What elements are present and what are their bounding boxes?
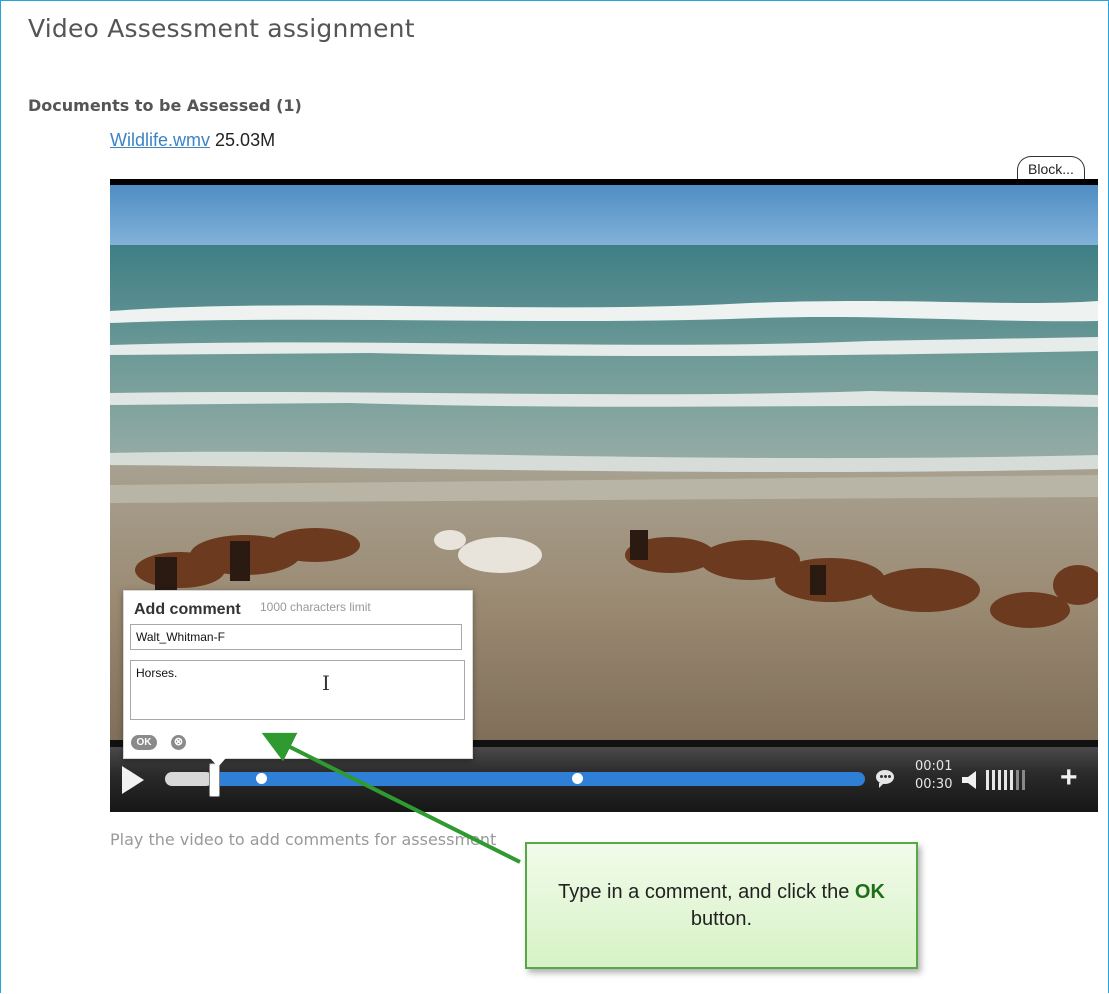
play-icon[interactable] (122, 766, 144, 794)
block-button[interactable]: Block... (1017, 156, 1085, 179)
character-limit-note: 1000 characters limit (260, 600, 371, 614)
progress-buffer (165, 772, 213, 786)
document-entry: Wildlife.wmv 25.03M (110, 130, 275, 151)
comment-text-field[interactable]: Horses. (130, 660, 465, 720)
commenter-name-field[interactable] (130, 624, 462, 650)
document-link[interactable]: Wildlife.wmv (110, 130, 210, 150)
progress-track[interactable] (210, 772, 865, 786)
document-size: 25.03M (215, 130, 276, 150)
add-comment-title: Add comment (134, 601, 241, 618)
volume-slider[interactable] (986, 770, 1025, 790)
add-comment-popup: Add comment 1000 characters limit Horses… (123, 590, 473, 767)
callout-text-before: Type in a comment, and click the (558, 880, 855, 903)
total-time: 00:30 (915, 777, 953, 792)
volume-icon[interactable] (960, 769, 984, 791)
callout-text-after: button. (690, 907, 753, 930)
page-title: Video Assessment assignment (28, 14, 415, 43)
instruction-callout: Type in a comment, and click the OK butt… (525, 842, 918, 969)
comment-marker[interactable] (572, 773, 583, 784)
current-time: 00:01 (915, 759, 953, 774)
comment-marker[interactable] (256, 773, 267, 784)
text-cursor-icon: I (322, 671, 330, 695)
comment-bubble-icon[interactable] (876, 770, 894, 788)
close-icon[interactable]: ⊗ (171, 735, 186, 750)
callout-bold: OK (854, 880, 885, 903)
ok-button[interactable]: OK (131, 735, 157, 750)
plus-icon[interactable]: + (1060, 761, 1078, 795)
progress-handle[interactable] (209, 763, 220, 797)
play-hint: Play the video to add comments for asses… (110, 830, 497, 849)
documents-heading: Documents to be Assessed (1) (28, 96, 302, 115)
callout-text: Type in a comment, and click the OK butt… (527, 879, 916, 933)
time-display: 00:01 00:30 (915, 758, 952, 794)
